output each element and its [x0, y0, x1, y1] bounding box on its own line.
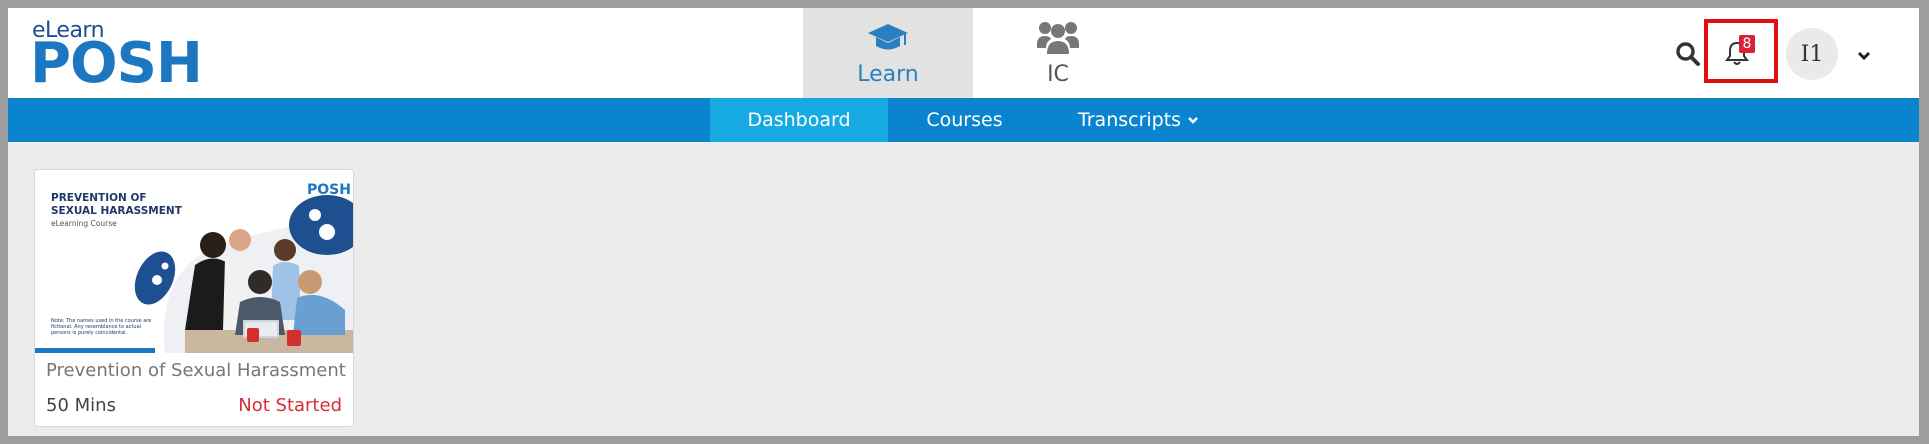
user-avatar[interactable]: I1	[1786, 28, 1838, 80]
subnav-courses[interactable]: Courses	[888, 98, 1041, 142]
thumbnail-title-line1: PREVENTION OF	[51, 192, 147, 204]
subnav-dashboard[interactable]: Dashboard	[710, 98, 888, 142]
app-frame: eLearn POSH Learn IC 8 I1 Dashboard Cour…	[8, 8, 1919, 436]
course-title[interactable]: Prevention of Sexual Harassment	[46, 360, 346, 381]
subnav-dashboard-label: Dashboard	[747, 109, 851, 131]
top-header: eLearn POSH Learn IC 8 I1	[8, 8, 1919, 98]
sub-nav-bar: Dashboard Courses Transcripts	[8, 98, 1919, 142]
subnav-transcripts-label: Transcripts	[1077, 109, 1182, 131]
tab-learn[interactable]: Learn	[803, 8, 973, 98]
thumbnail-title-line2: SEXUAL HARASSMENT	[51, 205, 182, 217]
course-thumbnail[interactable]: POSH PREVENTION OF SEXUAL HARASSMENT eLe…	[35, 170, 353, 353]
tab-ic-label: IC	[1047, 62, 1069, 87]
tab-ic[interactable]: IC	[973, 8, 1143, 98]
users-group-icon	[1036, 18, 1080, 58]
tab-learn-label: Learn	[857, 62, 919, 87]
subnav-transcripts[interactable]: Transcripts	[1041, 98, 1236, 142]
logo-big-text: POSH	[30, 31, 203, 96]
chevron-down-icon[interactable]	[1857, 46, 1871, 65]
course-card[interactable]: POSH PREVENTION OF SEXUAL HARASSMENT eLe…	[34, 169, 354, 427]
thumbnail-title: PREVENTION OF SEXUAL HARASSMENT	[51, 192, 182, 218]
notification-count-badge: 8	[1739, 35, 1755, 53]
chevron-down-icon	[1187, 116, 1199, 125]
notifications-button[interactable]: 8	[1704, 19, 1778, 83]
course-status: Not Started	[238, 395, 342, 416]
elearn-posh-logo[interactable]: eLearn POSH	[30, 14, 220, 94]
thumbnail-note: Note: The names used in the course are f…	[51, 318, 152, 336]
course-duration: 50 Mins	[46, 395, 116, 416]
graduation-cap-icon	[867, 18, 909, 58]
thumbnail-subtitle: eLearning Course	[51, 219, 117, 228]
svg-text:POSH: POSH	[307, 182, 351, 198]
search-icon[interactable]	[1675, 41, 1701, 67]
subnav-courses-label: Courses	[926, 109, 1003, 131]
top-nav: Learn IC	[803, 8, 1143, 98]
